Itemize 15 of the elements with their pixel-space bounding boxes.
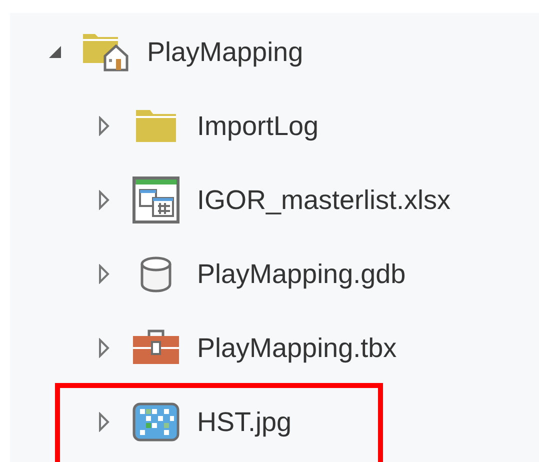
tree-item-label[interactable]: PlayMapping.tbx: [197, 332, 397, 364]
tree-item-label[interactable]: HST.jpg: [197, 406, 292, 438]
expand-arrow-icon[interactable]: [98, 264, 110, 284]
tree-item-label[interactable]: PlayMapping.gdb: [197, 258, 406, 290]
expand-arrow-icon[interactable]: [98, 338, 110, 358]
tree-item-label[interactable]: IGOR_masterlist.xlsx: [197, 184, 451, 216]
expand-arrow-icon[interactable]: [98, 190, 110, 210]
tree-item-label[interactable]: ImportLog: [197, 110, 319, 142]
tree-item-label[interactable]: PlayMapping: [147, 36, 304, 68]
expand-arrow-icon[interactable]: [98, 116, 110, 136]
folder-icon: [134, 108, 178, 144]
spreadsheet-icon: [132, 176, 180, 224]
expand-arrow-icon[interactable]: [98, 412, 110, 432]
collapse-arrow-icon[interactable]: [47, 44, 63, 60]
image-icon: [132, 402, 180, 442]
